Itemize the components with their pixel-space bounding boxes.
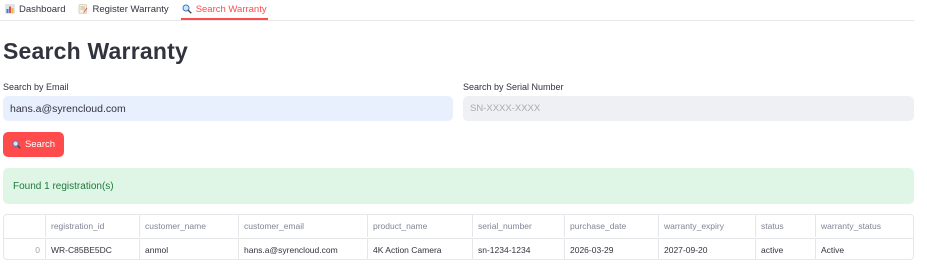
- column-header[interactable]: customer_name: [139, 215, 238, 237]
- column-header[interactable]: warranty_expiry: [658, 215, 755, 237]
- column-header[interactable]: registration_id: [45, 215, 139, 237]
- serial-number-field[interactable]: SN-XXXX-XXXX: [463, 96, 914, 121]
- column-header-index: [4, 215, 45, 237]
- table-cell[interactable]: anmol: [139, 239, 238, 259]
- table-cell[interactable]: 2026-03-29: [564, 239, 658, 259]
- tab-search-warranty[interactable]: Search Warranty: [180, 0, 268, 20]
- table-cell[interactable]: Active: [815, 239, 913, 259]
- column-header[interactable]: customer_email: [238, 215, 367, 237]
- result-message: Found 1 registration(s): [13, 180, 114, 192]
- column-header[interactable]: purchase_date: [564, 215, 658, 237]
- table-cell[interactable]: WR-C85BE5DC: [45, 239, 139, 259]
- column-header[interactable]: product_name: [367, 215, 472, 237]
- magnifier-icon: [182, 4, 192, 14]
- table-cell[interactable]: 2027-09-20: [658, 239, 755, 259]
- page-title: Search Warranty: [3, 38, 188, 64]
- tab-dashboard[interactable]: Dashboard: [4, 0, 66, 18]
- magnifier-icon: [12, 140, 21, 149]
- column-header[interactable]: status: [755, 215, 815, 237]
- tab-label: Search Warranty: [195, 3, 267, 15]
- column-header[interactable]: warranty_status: [815, 215, 913, 237]
- success-alert: Found 1 registration(s): [3, 168, 914, 204]
- memo-icon: [78, 4, 88, 14]
- email-field[interactable]: hans.a@syrencloud.com: [3, 96, 453, 121]
- table-row[interactable]: 0 WR-C85BE5DC anmol hans.a@syrencloud.co…: [4, 238, 913, 259]
- tab-bar: Dashboard Register Warranty Search Warra…: [0, 0, 914, 21]
- serial-placeholder: SN-XXXX-XXXX: [470, 103, 541, 114]
- tab-label: Register Warranty: [92, 3, 169, 15]
- email-label: Search by Email: [3, 82, 69, 92]
- email-value: hans.a@syrencloud.com: [10, 102, 126, 115]
- tab-register-warranty[interactable]: Register Warranty: [77, 0, 169, 18]
- search-button-label: Search: [24, 139, 56, 150]
- table-cell[interactable]: 4K Action Camera: [367, 239, 472, 259]
- bar-chart-icon: [5, 4, 15, 14]
- table-cell[interactable]: active: [755, 239, 815, 259]
- table-cell[interactable]: hans.a@syrencloud.com: [238, 239, 367, 259]
- search-button[interactable]: Search: [3, 132, 64, 157]
- table-cell[interactable]: sn-1234-1234: [472, 239, 564, 259]
- column-header[interactable]: serial_number: [472, 215, 564, 237]
- serial-label: Search by Serial Number: [463, 82, 564, 92]
- row-index: 0: [35, 245, 40, 255]
- tab-label: Dashboard: [19, 3, 66, 15]
- results-table[interactable]: registration_id customer_name customer_e…: [3, 214, 914, 260]
- table-header-row: registration_id customer_name customer_e…: [4, 215, 913, 237]
